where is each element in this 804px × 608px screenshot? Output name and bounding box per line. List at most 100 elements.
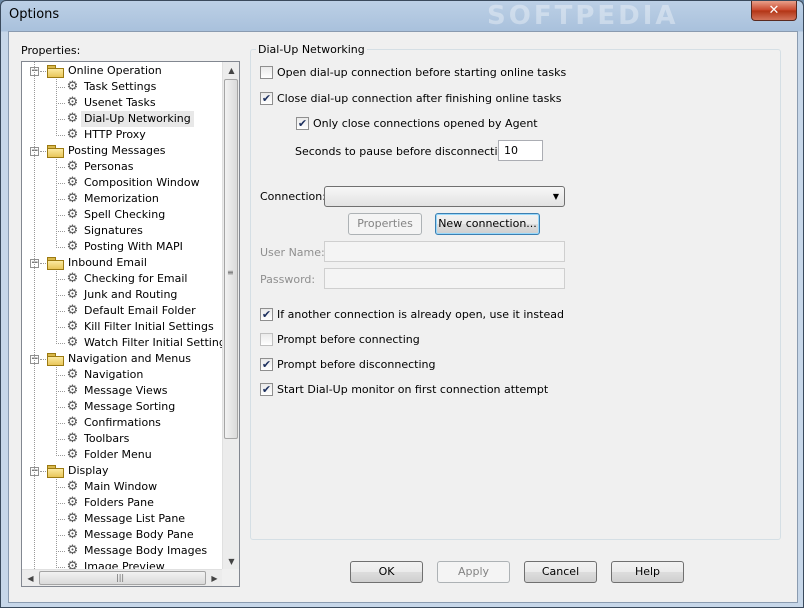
watermark: SOFTPEDIA xyxy=(487,1,679,31)
tree-connector xyxy=(56,479,57,570)
gear-icon: ⚙ xyxy=(66,79,79,94)
tree-item[interactable]: ⚙ Main Window xyxy=(22,479,222,495)
vertical-scroll-thumb[interactable]: ≡ xyxy=(224,79,238,439)
tree-item[interactable]: − Posting Messages xyxy=(22,143,222,159)
tree-connector xyxy=(56,567,65,568)
tree-item[interactable]: ⚙ Message Body Pane xyxy=(22,527,222,543)
tree-item[interactable]: ⚙ Message Sorting xyxy=(22,399,222,415)
tree-item[interactable]: ⚙ Spell Checking xyxy=(22,207,222,223)
gear-icon: ⚙ xyxy=(66,431,79,446)
tree-item[interactable]: ⚙ Personas xyxy=(22,159,222,175)
username-input[interactable] xyxy=(324,241,565,262)
tree-item[interactable]: ⚙ Task Settings xyxy=(22,79,222,95)
tree-item[interactable]: ⚙ Confirmations xyxy=(22,415,222,431)
tree-item[interactable]: − Online Operation xyxy=(22,63,222,79)
tree-item-label: Kill Filter Initial Settings xyxy=(84,320,214,333)
new-connection-button[interactable]: New connection... xyxy=(435,213,540,235)
tree-item-label: Main Window xyxy=(84,480,158,493)
tree-item[interactable]: ⚙ HTTP Proxy xyxy=(22,127,222,143)
horizontal-scroll-thumb[interactable]: ||| xyxy=(39,571,206,585)
group-title: Dial-Up Networking xyxy=(258,43,365,56)
gear-icon: ⚙ xyxy=(66,95,79,110)
tree-connector xyxy=(56,311,65,312)
tree-connector xyxy=(56,183,65,184)
tree-item-label: Display xyxy=(68,464,109,477)
scroll-right-icon[interactable]: ▶ xyxy=(206,570,223,586)
gear-icon: ⚙ xyxy=(66,287,79,302)
scroll-up-icon[interactable]: ▲ xyxy=(223,62,239,79)
pause-seconds-input[interactable]: 10 xyxy=(498,140,543,161)
cancel-button[interactable]: Cancel xyxy=(524,561,597,583)
close-button[interactable]: ✕ xyxy=(751,1,797,21)
tree-item[interactable]: ⚙ Kill Filter Initial Settings xyxy=(22,319,222,335)
tree-vertical-scrollbar[interactable]: ▲ ≡ ▼ xyxy=(222,62,239,570)
gear-icon: ⚙ xyxy=(66,223,79,238)
chevron-down-icon: ▼ xyxy=(552,192,559,201)
tree-connector xyxy=(56,455,65,456)
tree-item[interactable]: ⚙ Composition Window xyxy=(22,175,222,191)
tree-connector xyxy=(40,359,46,360)
checkbox-box[interactable]: ✔ xyxy=(260,358,273,371)
gear-icon: ⚙ xyxy=(66,479,79,494)
checkbox-label: Close dial-up connection after finishing… xyxy=(277,92,562,105)
gear-icon: ⚙ xyxy=(66,191,79,206)
checkbox-box[interactable]: ✔ xyxy=(260,383,273,396)
tree-item[interactable]: ⚙ Signatures xyxy=(22,223,222,239)
tree-item[interactable]: − Display xyxy=(22,463,222,479)
password-input[interactable] xyxy=(324,268,565,289)
tree-item-label: Junk and Routing xyxy=(84,288,178,301)
properties-label: Properties: xyxy=(21,44,81,57)
scroll-left-icon[interactable]: ◀ xyxy=(22,570,39,586)
tree-item-label: Checking for Email xyxy=(84,272,188,285)
tree-item[interactable]: ⚙ Message Body Images xyxy=(22,543,222,559)
checkbox-label: Start Dial-Up monitor on first connectio… xyxy=(277,383,549,396)
properties-button[interactable]: Properties xyxy=(348,213,422,235)
tree-connector xyxy=(56,439,65,440)
tree-item[interactable]: − Navigation and Menus xyxy=(22,351,222,367)
gear-icon: ⚙ xyxy=(66,511,79,526)
tree-item[interactable]: ⚙ Message Views xyxy=(22,383,222,399)
tree-connector xyxy=(56,503,65,504)
gear-icon: ⚙ xyxy=(66,207,79,222)
tree-horizontal-scrollbar[interactable]: ◀ ||| ▶ xyxy=(22,569,223,586)
ok-button[interactable]: OK xyxy=(350,561,423,583)
tree-item-label: Online Operation xyxy=(68,64,162,77)
tree-item[interactable]: ⚙ Navigation xyxy=(22,367,222,383)
tree-item[interactable]: ⚙ Memorization xyxy=(22,191,222,207)
tree-connector xyxy=(56,87,65,88)
gear-icon: ⚙ xyxy=(66,175,79,190)
tree-connector xyxy=(56,199,65,200)
tree-item[interactable]: ⚙ Watch Filter Initial Settings xyxy=(22,335,223,351)
tree-item[interactable]: ⚙ Usenet Tasks xyxy=(22,95,222,111)
tree-item[interactable]: ⚙ Folders Pane xyxy=(22,495,222,511)
checkbox-box[interactable]: ✔ xyxy=(260,308,273,321)
window-title: Options xyxy=(9,7,60,22)
gear-icon: ⚙ xyxy=(66,495,79,510)
checkbox-box[interactable] xyxy=(260,66,273,79)
title-bar[interactable]: Options SOFTPEDIA ✕ xyxy=(1,1,803,31)
tree-item[interactable]: ⚙ Message List Pane xyxy=(22,511,222,527)
tree-item[interactable]: ⚙ Default Email Folder xyxy=(22,303,222,319)
gear-icon: ⚙ xyxy=(66,399,79,414)
tree-item-label: HTTP Proxy xyxy=(84,128,146,141)
gear-icon: ⚙ xyxy=(66,367,79,382)
tree-item[interactable]: ⚙ Checking for Email xyxy=(22,271,222,287)
folder-icon xyxy=(47,353,64,366)
connection-select[interactable]: ▼ xyxy=(324,186,565,207)
gear-icon: ⚙ xyxy=(66,335,79,350)
tree-item[interactable]: ⚙ Toolbars xyxy=(22,431,222,447)
tree-connector xyxy=(56,279,65,280)
tree-item[interactable]: ⚙ Posting With MAPI xyxy=(22,239,222,255)
tree-item[interactable]: ⚙ Junk and Routing xyxy=(22,287,222,303)
tree-item[interactable]: − Inbound Email xyxy=(22,255,222,271)
help-button[interactable]: Help xyxy=(611,561,684,583)
tree-item-label: Memorization xyxy=(84,192,159,205)
checkbox-box[interactable]: ✔ xyxy=(260,92,273,105)
checkbox-box[interactable] xyxy=(260,333,273,346)
tree-item[interactable]: ⚙ Dial-Up Networking xyxy=(22,111,222,127)
tree-item-label: Spell Checking xyxy=(84,208,166,221)
apply-button[interactable]: Apply xyxy=(437,561,510,583)
scroll-down-icon[interactable]: ▼ xyxy=(223,553,239,570)
tree-item[interactable]: ⚙ Folder Menu xyxy=(22,447,222,463)
checkbox-box[interactable]: ✔ xyxy=(296,117,309,130)
